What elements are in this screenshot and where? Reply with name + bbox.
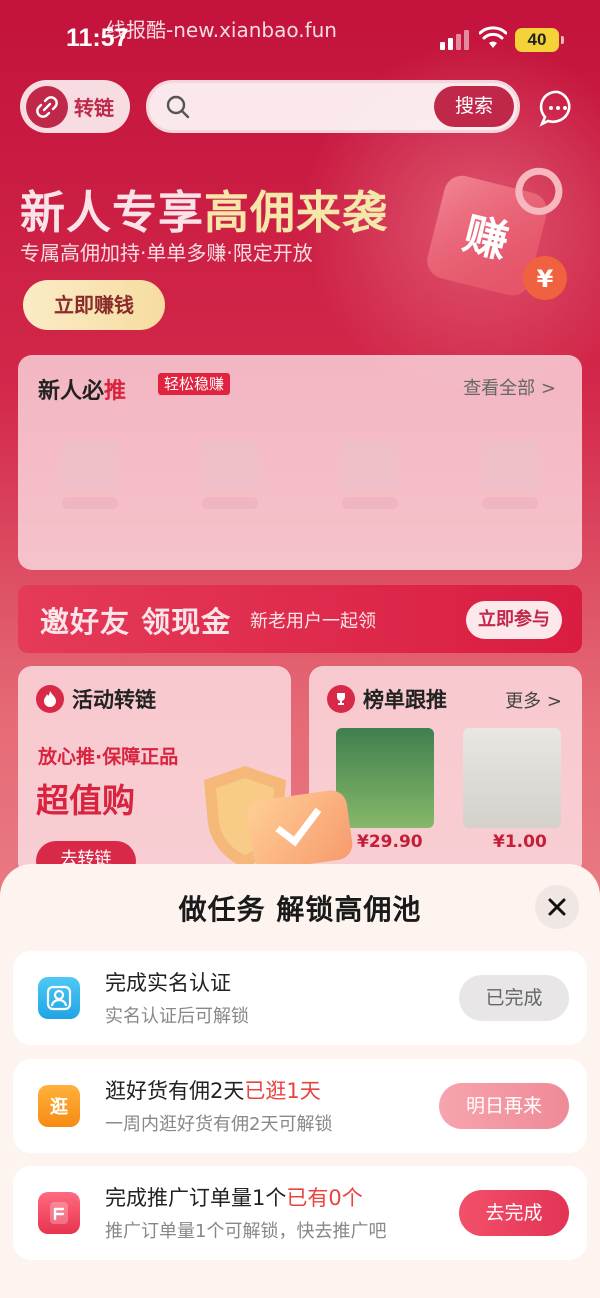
close-button[interactable] (535, 885, 579, 929)
task-subtitle: 推广订单量1个可解锁，快去推广吧 (105, 1221, 387, 1242)
task-progress-text: 已逛1天 (244, 1079, 321, 1103)
battery-indicator: 40 (515, 28, 564, 52)
activity-line1: 放心推·保障正品 (38, 746, 179, 768)
shopping-bag-icon: 逛 (38, 1085, 80, 1127)
task-item-promote-order: 完成推广订单量1个已有0个 推广订单量1个可解锁，快去推广吧 去完成 (13, 1166, 587, 1260)
convert-link-button[interactable]: 转链 (20, 80, 130, 133)
easy-earn-chip: 轻松稳赚 (158, 373, 231, 395)
task-title-text: 完成实名认证 (105, 971, 231, 995)
product-price: ¥1.00 (493, 832, 547, 852)
activity-link-card[interactable]: 活动转链 放心推·保障正品 超值购 去转链 (18, 666, 291, 881)
watermark-text: 线报酷-new.xianbao.fun (106, 18, 337, 42)
convert-link-label: 转链 (74, 96, 114, 120)
link-icon (26, 85, 68, 128)
product-price: ¥29.90 (357, 832, 423, 852)
invite-headline: 邀好友 领现金 (40, 605, 232, 639)
invite-friends-banner[interactable]: 邀好友 领现金 新老用户一起领 立即参与 (18, 585, 582, 653)
task-subtitle: 实名认证后可解锁 (105, 1006, 249, 1027)
activity-card-header: 活动转链 (36, 684, 156, 714)
task-item-realname: 完成实名认证 实名认证后可解锁 已完成 (13, 951, 587, 1045)
task-title: 完成推广订单量1个已有0个 (105, 1182, 363, 1212)
product-image-tea[interactable] (336, 728, 434, 828)
task-completed-button[interactable]: 已完成 (459, 975, 569, 1021)
search-button[interactable]: 搜索 (434, 86, 514, 127)
ranking-card-header: 榜单跟推 (327, 684, 447, 714)
new-user-recommend-card: 新人必推 轻松稳赚 查看全部 > (18, 355, 582, 570)
product-thumbnail[interactable] (482, 441, 538, 511)
product-thumbnail[interactable] (62, 441, 118, 511)
trophy-icon (327, 685, 355, 713)
sheet-title: 做任务 解锁高佣池 (178, 893, 422, 926)
banner-title-part1: 新人专享 (20, 186, 205, 239)
task-progress-text: 已有0个 (286, 1186, 363, 1210)
order-icon (38, 1192, 80, 1234)
new-user-title-highlight: 推 (104, 379, 127, 404)
join-now-button[interactable]: 立即参与 (466, 601, 562, 639)
banner-subtitle: 专属高佣加持·单单多赚·限定开放 (20, 241, 313, 265)
message-icon[interactable] (539, 89, 577, 127)
id-card-icon (38, 977, 80, 1019)
earn-now-button[interactable]: 立即赚钱 (23, 280, 165, 330)
product-thumbnail[interactable] (342, 441, 398, 511)
come-back-tomorrow-button[interactable]: 明日再来 (439, 1083, 569, 1129)
shopping-bag-char: 逛 (50, 1097, 68, 1118)
banner-title-part2: 高佣来袭 (204, 186, 389, 239)
task-title: 完成实名认证 (105, 967, 231, 997)
check-badge-illustration (245, 788, 355, 872)
search-input[interactable]: 搜索 (146, 80, 520, 133)
view-all-link[interactable]: 查看全部 > (463, 374, 556, 400)
banner-title: 新人专享高佣来袭 (20, 176, 388, 241)
task-bottom-sheet: 做任务 解锁高佣池 完成实名认证 实名认证后可解锁 已完成 逛 逛好货有佣2天已… (0, 864, 600, 1298)
cellular-signal-icon (440, 30, 470, 50)
product-image-lint-roller[interactable] (463, 728, 561, 828)
close-icon (548, 898, 566, 916)
task-title: 逛好货有佣2天已逛1天 (105, 1075, 321, 1105)
task-item-browse: 逛 逛好货有佣2天已逛1天 一周内逛好货有佣2天可解锁 明日再来 (13, 1059, 587, 1153)
earn-tag-illustration: 赚 ¥ (427, 167, 567, 300)
ranking-more-link[interactable]: 更多 > (505, 687, 562, 713)
product-thumbnail[interactable] (202, 441, 258, 511)
task-title-text: 逛好货有佣2天 (105, 1079, 245, 1103)
new-user-title: 新人必推 (38, 373, 126, 405)
ranking-card-title: 榜单跟推 (363, 688, 447, 712)
coin-char: ¥ (537, 265, 554, 293)
search-icon (166, 95, 190, 119)
flame-icon (36, 685, 64, 713)
go-complete-button[interactable]: 去完成 (459, 1190, 569, 1236)
activity-card-title: 活动转链 (72, 688, 156, 712)
activity-line2: 超值购 (36, 781, 135, 820)
wifi-icon (479, 26, 507, 48)
invite-subtitle: 新老用户一起领 (250, 611, 376, 632)
new-user-title-prefix: 新人必 (38, 379, 105, 404)
status-bar: 11:57 线报酷-new.xianbao.fun 40 (0, 0, 600, 80)
task-subtitle: 一周内逛好货有佣2天可解锁 (105, 1114, 333, 1135)
task-title-text: 完成推广订单量1个 (105, 1186, 287, 1210)
